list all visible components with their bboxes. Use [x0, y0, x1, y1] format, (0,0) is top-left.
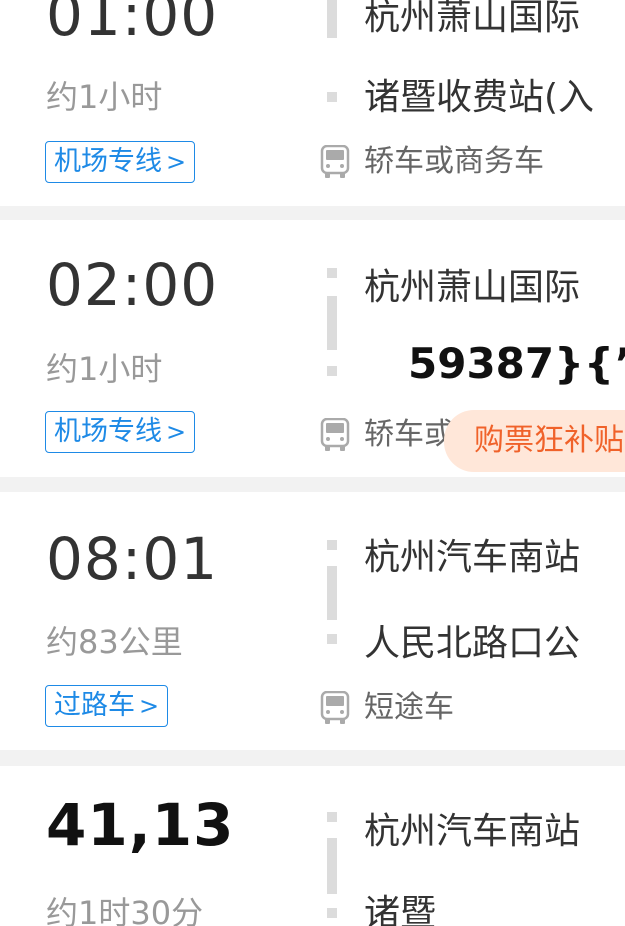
trip-duration: 约83公里 [46, 623, 183, 661]
departure-station: 杭州汽车南站 [364, 811, 581, 852]
route-type-label: 机场专线 [54, 416, 162, 447]
trip-card[interactable]: 08:01 约83公里 过路车 > 杭州汽车南站 人民北路口公 短途车 [0, 492, 625, 750]
arrival-station: 诸暨收费站(入 [364, 77, 595, 118]
trip-card[interactable]: 02:00 约1小时 机场专线 > 杭州萧山国际 59387}{” 轿车或 购票狂… [0, 220, 625, 477]
arrival-station: 人民北路口公 [364, 623, 581, 664]
route-line-segment [327, 838, 337, 894]
route-line-segment [327, 268, 337, 278]
arrival-station: 诸暨 [364, 893, 437, 926]
arrival-station: 59387}{” [408, 339, 625, 388]
route-type-tag[interactable]: 过路车 > [45, 685, 169, 727]
route-type-tag[interactable]: 机场专线 > [45, 411, 196, 453]
route-line-segment [327, 540, 337, 550]
vehicle-type-label: 短途车 [364, 690, 454, 725]
chevron-right-icon: > [166, 418, 187, 446]
bus-icon [320, 691, 350, 724]
departure-time: 01:00 [46, 0, 219, 49]
bus-icon [320, 418, 350, 451]
route-line-segment [327, 812, 337, 822]
departure-station: 杭州汽车南站 [364, 537, 581, 578]
trip-card[interactable]: 01:00 约1小时 机场专线 > 杭州萧山国际 诸暨收费站(入 轿车或商务车 [0, 0, 625, 206]
departure-time: 41,13 [46, 791, 235, 859]
route-line-segment [327, 296, 337, 350]
promo-badge[interactable]: 购票狂补贴 [444, 410, 625, 472]
trip-duration: 约1小时 [46, 350, 163, 388]
departure-time: 02:00 [46, 251, 219, 319]
vehicle-type-label: 轿车或 [364, 417, 454, 452]
route-line-segment [327, 92, 337, 102]
route-type-label: 过路车 [54, 690, 135, 721]
trip-card[interactable]: 41,13 约1时30分 杭州汽车南站 诸暨 [0, 766, 625, 926]
vehicle-type-label: 轿车或商务车 [364, 144, 544, 179]
trip-list: 01:00 约1小时 机场专线 > 杭州萧山国际 诸暨收费站(入 轿车或商务车 0… [0, 0, 625, 926]
departure-time: 08:01 [46, 525, 219, 593]
departure-station: 杭州萧山国际 [364, 267, 581, 308]
chevron-right-icon: > [166, 148, 187, 176]
route-line-segment [327, 908, 337, 918]
bus-icon [320, 145, 350, 178]
route-line-segment [327, 634, 337, 644]
route-line-segment [327, 566, 337, 620]
trip-duration: 约1时30分 [46, 894, 204, 926]
route-type-label: 机场专线 [54, 146, 162, 177]
route-line-segment [327, 0, 337, 38]
departure-station: 杭州萧山国际 [364, 0, 581, 38]
chevron-right-icon: > [139, 692, 160, 720]
trip-duration: 约1小时 [46, 78, 163, 116]
route-line-segment [327, 366, 337, 376]
route-type-tag[interactable]: 机场专线 > [45, 141, 196, 183]
